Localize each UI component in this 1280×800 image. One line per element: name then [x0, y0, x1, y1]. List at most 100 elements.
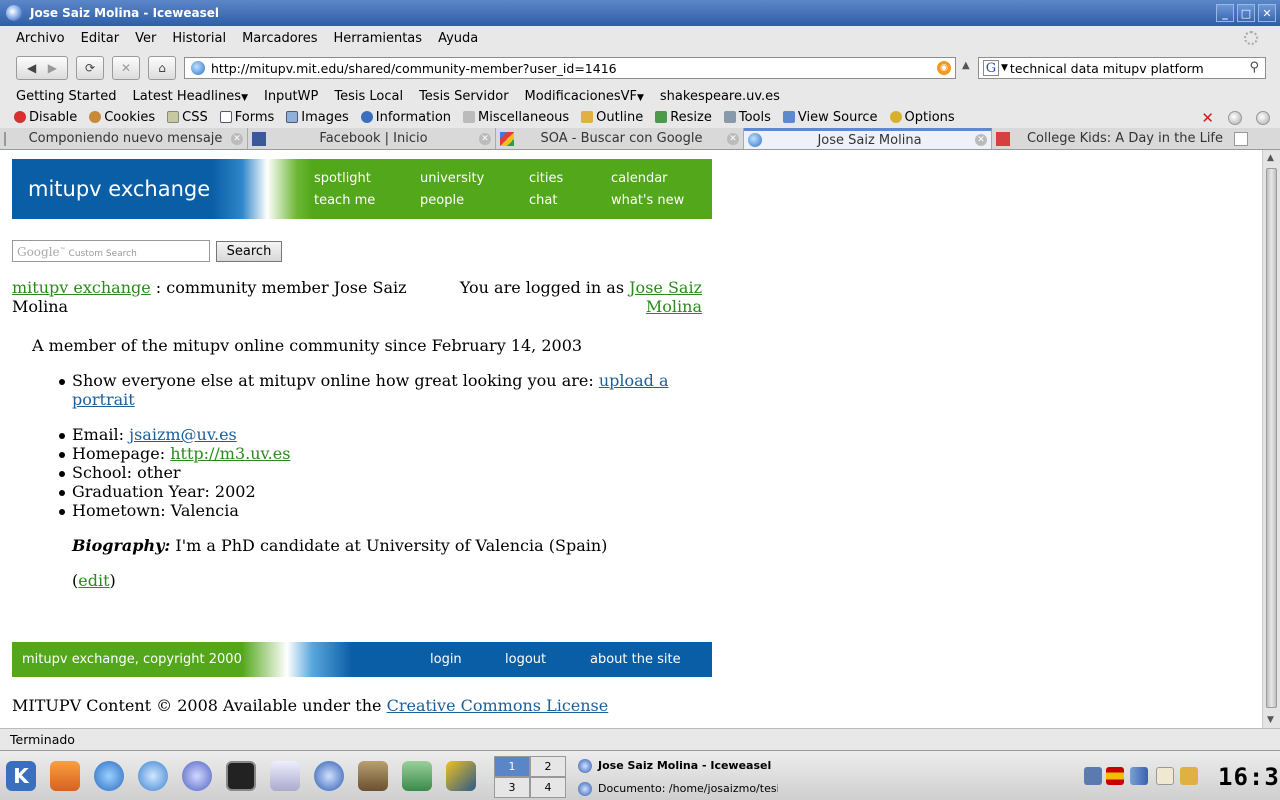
close-tab-icon[interactable]: ✕	[975, 134, 987, 146]
webdev-css[interactable]: CSS	[167, 110, 208, 125]
menu-archivo[interactable]: Archivo	[8, 31, 73, 46]
vertical-scrollbar[interactable]: ▲ ▼	[1262, 150, 1280, 728]
webdev-outline[interactable]: Outline	[581, 110, 643, 125]
kde-app-icon[interactable]	[314, 761, 344, 791]
menu-ayuda[interactable]: Ayuda	[430, 31, 486, 46]
bookmark-modificacionesvf[interactable]: ModificacionesVF▼	[517, 89, 652, 104]
close-tab-icon[interactable]: ✕	[727, 132, 739, 145]
web-browser-icon[interactable]	[138, 761, 168, 791]
window-titlebar[interactable]: Jose Saiz Molina - Iceweasel _ □ ✕	[0, 0, 1280, 26]
new-tab-icon[interactable]	[1234, 131, 1248, 146]
scroll-up-icon[interactable]: ▲	[1267, 153, 1274, 163]
bookmark-tesis-servidor[interactable]: Tesis Servidor	[411, 89, 516, 104]
bookmark-shakespeare[interactable]: shakespeare.uv.es	[652, 89, 788, 104]
logged-in-user-link[interactable]: Jose Saiz Molina	[629, 278, 702, 316]
tab-college-kids[interactable]: College Kids: A Day in the Life	[992, 128, 1256, 149]
footer-about-link[interactable]: about the site	[590, 652, 681, 667]
back-arrow-icon[interactable]: ◀	[27, 61, 36, 75]
menu-marcadores[interactable]: Marcadores	[234, 31, 325, 46]
nav-university[interactable]: university	[420, 171, 484, 186]
site-logo[interactable]: mitupv exchange	[28, 177, 210, 201]
nav-spotlight[interactable]: spotlight	[314, 171, 371, 186]
status-indicator-icon[interactable]	[1228, 111, 1242, 125]
rss-feed-icon[interactable]: ◉	[937, 61, 951, 75]
books-icon[interactable]	[402, 761, 432, 791]
desktop-3[interactable]: 3	[494, 777, 530, 798]
maximize-button[interactable]: □	[1237, 4, 1255, 22]
terminal-icon[interactable]	[226, 761, 256, 791]
task-document[interactable]: Documento: /home/josaizmo/tesisUV	[578, 778, 778, 799]
system-tray-icon[interactable]	[1180, 767, 1198, 785]
reload-button[interactable]: ⟳	[76, 56, 104, 80]
tab-jose-saiz-molina[interactable]: Jose Saiz Molina ✕	[744, 128, 992, 149]
desktop-1[interactable]: 1	[494, 756, 530, 777]
nav-calendar[interactable]: calendar	[611, 171, 668, 186]
nav-chat[interactable]: chat	[529, 193, 557, 208]
webdev-tools[interactable]: Tools	[723, 110, 771, 125]
url-bar[interactable]: http://mitupv.mit.edu/shared/community-m…	[184, 57, 956, 79]
nav-people[interactable]: people	[420, 193, 464, 208]
desktop-4[interactable]: 4	[530, 777, 566, 798]
scroll-down-icon[interactable]: ▼	[1267, 715, 1274, 725]
minimize-button[interactable]: _	[1216, 4, 1234, 22]
bookmark-latest-headlines[interactable]: Latest Headlines▼	[125, 89, 256, 104]
creative-commons-link[interactable]: Creative Commons License	[387, 696, 609, 715]
webdev-forms[interactable]: Forms	[219, 110, 274, 125]
klipper-icon[interactable]	[1156, 767, 1174, 785]
back-forward-button[interactable]: ◀ ▶	[16, 56, 68, 80]
footer-logout-link[interactable]: logout	[505, 652, 546, 667]
webdev-cookies[interactable]: Cookies	[89, 110, 155, 125]
url-dropdown-icon[interactable]: ▲	[962, 60, 970, 71]
close-toolbar-icon[interactable]: ✕	[1201, 109, 1214, 127]
home-button[interactable]: ⌂	[148, 56, 176, 80]
gimp-icon[interactable]	[358, 761, 388, 791]
email-link[interactable]: jsaizm@uv.es	[129, 425, 237, 444]
bookmark-inputwp[interactable]: InputWP	[256, 89, 326, 104]
close-tab-icon[interactable]: ✕	[479, 132, 491, 145]
tab-facebook[interactable]: Facebook | Inicio ✕	[248, 128, 496, 149]
bookmark-tesis-local[interactable]: Tesis Local	[326, 89, 411, 104]
nav-whats-new[interactable]: what's new	[611, 193, 684, 208]
home-folder-icon[interactable]	[50, 761, 80, 791]
latex-editor-icon[interactable]	[446, 761, 476, 791]
footer-login-link[interactable]: login	[430, 652, 462, 667]
webdev-resize[interactable]: Resize	[655, 110, 712, 125]
webdev-options[interactable]: Options	[889, 110, 955, 125]
mail-client-icon[interactable]	[182, 761, 212, 791]
search-magnifier-icon[interactable]: ⚲	[1249, 60, 1259, 75]
signal-strength-icon[interactable]	[1130, 767, 1148, 785]
search-box[interactable]: G ▼ technical data mitupv platform ⚲	[978, 57, 1266, 79]
webdev-view-source[interactable]: View Source	[782, 110, 878, 125]
nav-cities[interactable]: cities	[529, 171, 563, 186]
kde-menu-icon[interactable]: K	[6, 761, 36, 791]
keyboard-layout-es-icon[interactable]	[1106, 767, 1124, 785]
webdev-images[interactable]: Images	[286, 110, 349, 125]
forward-arrow-icon[interactable]: ▶	[48, 61, 57, 75]
webdev-miscellaneous[interactable]: Miscellaneous	[463, 110, 569, 125]
menu-ver[interactable]: Ver	[127, 31, 164, 46]
status-indicator-icon[interactable]	[1256, 111, 1270, 125]
tab-componiendo[interactable]: Componiendo nuevo mensaje ✕	[0, 128, 248, 149]
edit-link[interactable]: edit	[78, 571, 109, 590]
tab-google-soa[interactable]: SOA - Buscar con Google ✕	[496, 128, 744, 149]
breadcrumb-home-link[interactable]: mitupv exchange	[12, 278, 151, 297]
search-button[interactable]: Search	[216, 241, 282, 262]
task-iceweasel[interactable]: Jose Saiz Molina - Iceweasel	[578, 755, 778, 776]
menu-herramientas[interactable]: Herramientas	[326, 31, 431, 46]
stop-button[interactable]: ✕	[112, 56, 140, 80]
nav-teach-me[interactable]: teach me	[314, 193, 375, 208]
homepage-link[interactable]: http://m3.uv.es	[170, 444, 290, 463]
bookmark-getting-started[interactable]: Getting Started	[8, 89, 125, 104]
scrollbar-thumb[interactable]	[1266, 168, 1277, 708]
menu-editar[interactable]: Editar	[73, 31, 128, 46]
custom-search-input[interactable]: Google™ Custom Search	[12, 240, 210, 262]
google-engine-icon[interactable]: G	[983, 60, 999, 76]
menu-historial[interactable]: Historial	[164, 31, 234, 46]
webdev-information[interactable]: Information	[360, 110, 451, 125]
desktop-2[interactable]: 2	[530, 756, 566, 777]
webdev-disable[interactable]: Disable	[14, 110, 77, 125]
close-tab-icon[interactable]: ✕	[231, 132, 243, 145]
network-tray-icon[interactable]	[1084, 767, 1102, 785]
file-manager-icon[interactable]	[270, 761, 300, 791]
konqueror-icon[interactable]	[94, 761, 124, 791]
